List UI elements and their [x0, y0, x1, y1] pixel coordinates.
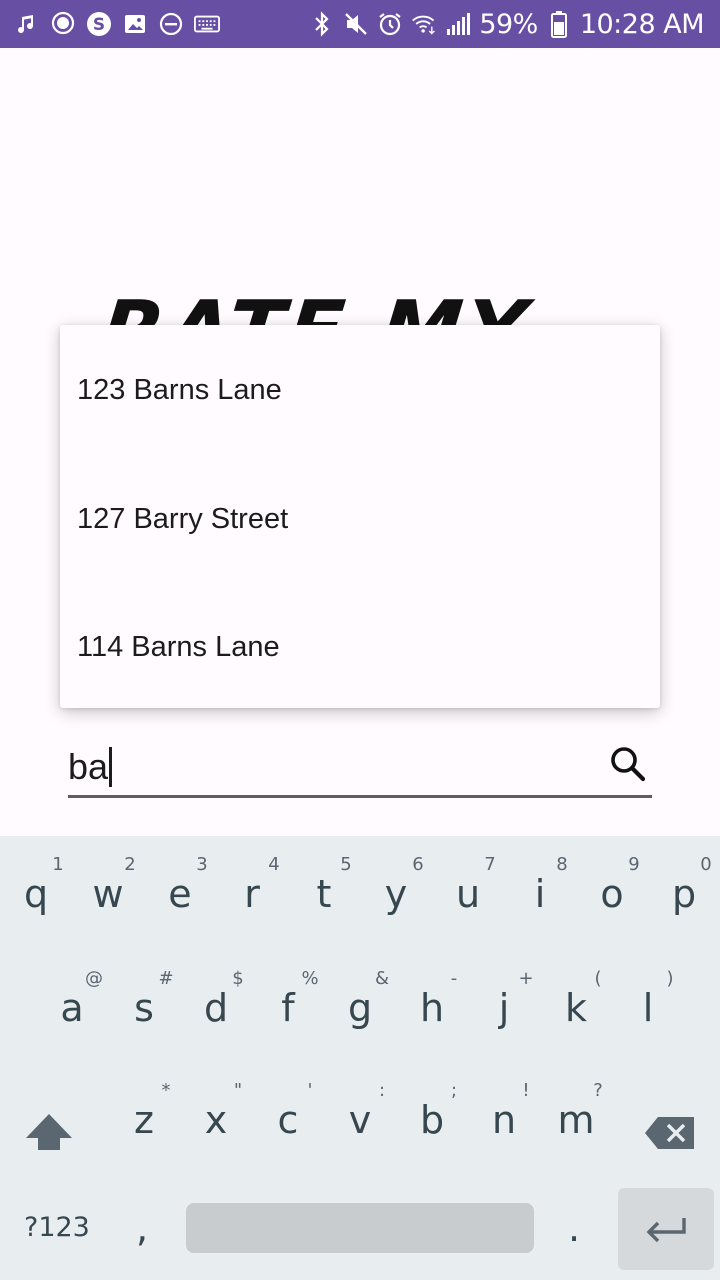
key-label: k: [564, 986, 587, 1030]
key-f[interactable]: % f: [252, 958, 324, 1058]
period-key[interactable]: .: [568, 1206, 580, 1250]
key-label: n: [491, 1098, 517, 1142]
key-label: a: [60, 986, 84, 1030]
key-c[interactable]: ' c: [252, 1070, 324, 1170]
key-label: z: [134, 1098, 154, 1142]
key-d[interactable]: $ d: [180, 958, 252, 1058]
key-a[interactable]: @ a: [36, 958, 108, 1058]
search-icon[interactable]: [608, 744, 648, 784]
enter-key[interactable]: [618, 1188, 714, 1270]
key-y[interactable]: 6y: [360, 844, 432, 944]
suggestion-item[interactable]: 123 Barns Lane: [60, 325, 660, 455]
search-input[interactable]: ba: [68, 746, 113, 788]
key-label: f: [281, 986, 295, 1030]
backspace-key[interactable]: [634, 1072, 706, 1172]
key-label: u: [455, 872, 481, 916]
app-headline: RATE MY: [102, 282, 627, 325]
system-icons: 59% 10:28 AM: [309, 8, 705, 40]
do-not-disturb-icon: [158, 11, 184, 37]
key-label: l: [642, 986, 654, 1030]
key-j[interactable]: + j: [468, 958, 540, 1058]
key-x[interactable]: " x: [180, 1070, 252, 1170]
key-label: d: [203, 986, 229, 1030]
key-p[interactable]: 0p: [648, 844, 720, 944]
music-note-icon: [14, 11, 40, 37]
key-b[interactable]: ; b: [396, 1070, 468, 1170]
key-z[interactable]: * z: [108, 1070, 180, 1170]
key-r[interactable]: 4r: [216, 844, 288, 944]
key-label: p: [671, 872, 697, 916]
comma-key[interactable]: ,: [136, 1206, 148, 1250]
key-label: c: [277, 1098, 299, 1142]
key-label: y: [384, 872, 408, 916]
key-label: q: [23, 872, 49, 916]
key-i[interactable]: 8i: [504, 844, 576, 944]
key-o[interactable]: 9o: [576, 844, 648, 944]
signal-icon: [445, 11, 471, 37]
shift-key[interactable]: [12, 1072, 84, 1172]
key-label: w: [92, 872, 124, 916]
key-label: g: [347, 986, 373, 1030]
bluetooth-icon: [309, 11, 335, 37]
key-label: h: [419, 986, 445, 1030]
key-g[interactable]: & g: [324, 958, 396, 1058]
key-label: t: [316, 872, 332, 916]
chat-bubble-icon: [50, 11, 76, 37]
key-label: m: [557, 1098, 595, 1142]
key-label: s: [134, 986, 154, 1030]
notification-icons: S: [14, 10, 220, 38]
key-k[interactable]: (k: [540, 958, 612, 1058]
key-w[interactable]: 2w: [72, 844, 144, 944]
key-label: v: [348, 1098, 372, 1142]
key-label: o: [600, 872, 624, 916]
search-input-value: ba: [68, 746, 109, 787]
key-m[interactable]: ? m: [540, 1070, 612, 1170]
autocomplete-dropdown: 123 Barns Lane 127 Barry Street 114 Barn…: [60, 325, 660, 708]
key-n[interactable]: ! n: [468, 1070, 540, 1170]
soft-keyboard: 1q2w3e4r5t6y7u8i9o0p @ a # s $ d% f & g - h + j(k) l …: [0, 836, 720, 1280]
key-v[interactable]: :v: [324, 1070, 396, 1170]
key-label: x: [204, 1098, 228, 1142]
svg-text:S: S: [93, 15, 105, 35]
keyboard-icon: [194, 11, 220, 37]
battery-percent: 59%: [479, 8, 538, 40]
key-label: e: [168, 872, 192, 916]
key-l[interactable]: ) l: [612, 958, 684, 1058]
key-label: r: [244, 872, 260, 916]
key-q[interactable]: 1q: [0, 844, 72, 944]
key-label: j: [498, 986, 510, 1030]
key-h[interactable]: -h: [396, 958, 468, 1058]
skype-icon: S: [86, 11, 112, 37]
alarm-icon: [377, 11, 403, 37]
space-key[interactable]: [186, 1203, 534, 1253]
key-u[interactable]: 7u: [432, 844, 504, 944]
key-s[interactable]: # s: [108, 958, 180, 1058]
symbols-key[interactable]: ?123: [24, 1212, 90, 1243]
image-icon: [122, 11, 148, 37]
battery-icon: [546, 11, 572, 38]
key-label: b: [419, 1098, 445, 1142]
mute-icon: [343, 11, 369, 37]
suggestion-item[interactable]: 114 Barns Lane: [60, 583, 660, 711]
address-search-field[interactable]: ba: [68, 736, 652, 798]
key-t[interactable]: 5t: [288, 844, 360, 944]
key-label: i: [534, 872, 546, 916]
text-cursor: [109, 747, 113, 787]
suggestion-item[interactable]: 127 Barry Street: [60, 455, 660, 583]
search-underline: [68, 795, 652, 798]
status-bar: S 59% 10:28 AM: [0, 0, 720, 48]
key-e[interactable]: 3e: [144, 844, 216, 944]
wifi-icon: [411, 11, 437, 37]
clock: 10:28 AM: [579, 8, 705, 40]
